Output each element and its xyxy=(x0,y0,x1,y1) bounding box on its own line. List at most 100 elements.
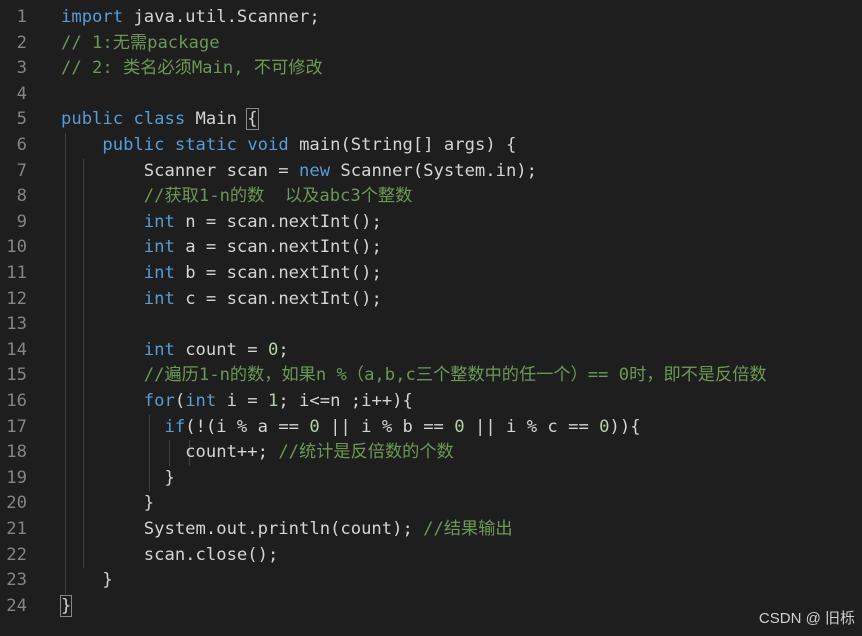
code-token: } xyxy=(61,467,175,488)
code-line[interactable]: 14 int count = 0; xyxy=(0,338,862,364)
code-text: //遍历1-n的数，如果n %（a,b,c三个整数中的任一个）== 0时，即不是… xyxy=(61,363,767,389)
code-token: i = xyxy=(216,391,268,411)
keyword-token: public xyxy=(61,109,124,130)
code-text: int count = 0; xyxy=(61,338,289,364)
code-line[interactable]: 24} xyxy=(0,594,862,620)
code-line[interactable]: 17 if(!(i % a == 0 || i % b == 0 || i % … xyxy=(0,415,862,441)
code-text: int a = scan.nextInt(); xyxy=(61,235,382,261)
line-number: 18 xyxy=(6,442,27,463)
keyword-token: int xyxy=(185,391,217,411)
code-text: // 1:无需package xyxy=(61,31,220,57)
keyword-token: for xyxy=(143,391,175,411)
line-number: 8 xyxy=(16,186,27,207)
keyword-token: void xyxy=(247,135,289,155)
line-number: 12 xyxy=(6,288,27,309)
code-line[interactable]: 8 //获取1-n的数 以及abc3个整数 xyxy=(0,184,862,210)
number-token: 0 xyxy=(267,339,279,360)
line-number: 20 xyxy=(6,493,27,514)
comment-token: //结果输出 xyxy=(423,519,513,539)
code-text: for(int i = 1; i<=n ;i++){ xyxy=(61,389,413,415)
code-line[interactable]: 10 int a = scan.nextInt(); xyxy=(0,235,862,261)
comment-token: //统计是反倍数的个数 xyxy=(278,442,454,463)
code-editor[interactable]: 1 import java.util.Scanner; 2 // 1:无需packag… xyxy=(0,0,862,636)
code-token: || i % b == xyxy=(319,416,455,437)
comment-token: // 2: 类名必须Main, 不可修改 xyxy=(61,58,323,79)
line-number: 1 xyxy=(16,7,27,27)
keyword-token: new xyxy=(299,160,331,181)
code-text: System.out.println(count); //结果输出 xyxy=(61,517,513,543)
line-number: 17 xyxy=(6,416,27,437)
code-line[interactable]: 18 count++; //统计是反倍数的个数 xyxy=(0,440,862,466)
code-text: } xyxy=(59,594,73,620)
code-line[interactable]: 11 int b = scan.nextInt(); xyxy=(0,261,862,287)
code-line[interactable]: 2 // 1:无需package xyxy=(0,31,862,57)
line-number: 4 xyxy=(16,83,27,104)
code-line[interactable]: 19 } xyxy=(0,466,862,492)
code-token: Scanner(System.in); xyxy=(330,160,538,181)
code-line[interactable]: 22 scan.close(); xyxy=(0,543,862,569)
code-token: scan.close(); xyxy=(61,544,279,565)
code-token: (!(i % a == xyxy=(185,416,310,437)
watermark: CSDN @ 旧栎 xyxy=(758,610,855,627)
number-token: 0 xyxy=(599,416,610,437)
code-line[interactable]: 13 xyxy=(0,312,862,338)
code-token: ; i<=n ;i++){ xyxy=(278,391,413,411)
line-number: 11 xyxy=(6,263,27,283)
code-line[interactable]: 1 import java.util.Scanner; xyxy=(0,5,862,31)
keyword-token: int xyxy=(143,339,175,360)
code-token: count++; xyxy=(61,442,279,463)
code-line[interactable]: 16 for(int i = 1; i<=n ;i++){ xyxy=(0,389,862,415)
code-text: public class Main { xyxy=(61,107,259,133)
code-token: )){ xyxy=(609,416,641,437)
code-line[interactable]: 3 // 2: 类名必须Main, 不可修改 xyxy=(0,56,862,82)
keyword-token: int xyxy=(143,263,175,283)
comment-token: // 1:无需package xyxy=(61,32,220,53)
code-token: n = scan.nextInt(); xyxy=(174,211,382,232)
line-number: 24 xyxy=(6,595,27,616)
code-line[interactable]: 12 int c = scan.nextInt(); xyxy=(0,287,862,313)
line-number: 16 xyxy=(6,391,27,411)
keyword-token: int xyxy=(143,288,175,309)
code-text: import java.util.Scanner; xyxy=(61,5,320,31)
code-line[interactable]: 7 Scanner scan = new Scanner(System.in); xyxy=(0,159,862,185)
line-number: 2 xyxy=(16,32,27,53)
code-token: java.util.Scanner; xyxy=(123,7,320,27)
line-number: 6 xyxy=(16,135,27,155)
code-token: a = scan.nextInt(); xyxy=(174,237,382,258)
code-line[interactable]: 15 //遍历1-n的数，如果n %（a,b,c三个整数中的任一个）== 0时，… xyxy=(0,363,862,389)
code-token: Scanner scan = xyxy=(61,160,299,181)
code-text: if(!(i % a == 0 || i % b == 0 || i % c =… xyxy=(61,415,641,441)
number-token: 0 xyxy=(309,416,320,437)
code-token: || i % c == xyxy=(464,416,600,437)
comment-token: //获取1-n的数 以及abc3个整数 xyxy=(143,186,413,207)
line-number: 13 xyxy=(6,314,27,335)
code-line[interactable]: 23 } xyxy=(0,568,862,594)
code-line[interactable]: 6 public static void main(String[] args)… xyxy=(0,133,862,159)
code-line[interactable]: 4 xyxy=(0,82,862,108)
code-line[interactable]: 20 } xyxy=(0,491,862,517)
code-token: } xyxy=(61,570,113,591)
code-token: } xyxy=(61,493,155,514)
line-number: 15 xyxy=(6,365,27,386)
code-line[interactable]: 5 public class Main { xyxy=(0,107,862,133)
line-number: 3 xyxy=(16,58,27,79)
line-number: 5 xyxy=(16,109,27,130)
code-text: count++; //统计是反倍数的个数 xyxy=(61,440,454,466)
code-text: int n = scan.nextInt(); xyxy=(61,210,382,236)
comment-token: //遍历1-n的数，如果n %（a,b,c三个整数中的任一个）== 0时，即不是… xyxy=(143,365,767,386)
code-text: int b = scan.nextInt(); xyxy=(61,261,382,287)
keyword-token: import xyxy=(61,7,124,27)
line-number: 23 xyxy=(6,570,27,591)
keyword-token: int xyxy=(143,211,175,232)
code-line[interactable]: 21 System.out.println(count); //结果输出 xyxy=(0,517,862,543)
keyword-token: class xyxy=(133,109,186,130)
code-line[interactable]: 9 int n = scan.nextInt(); xyxy=(0,210,862,236)
